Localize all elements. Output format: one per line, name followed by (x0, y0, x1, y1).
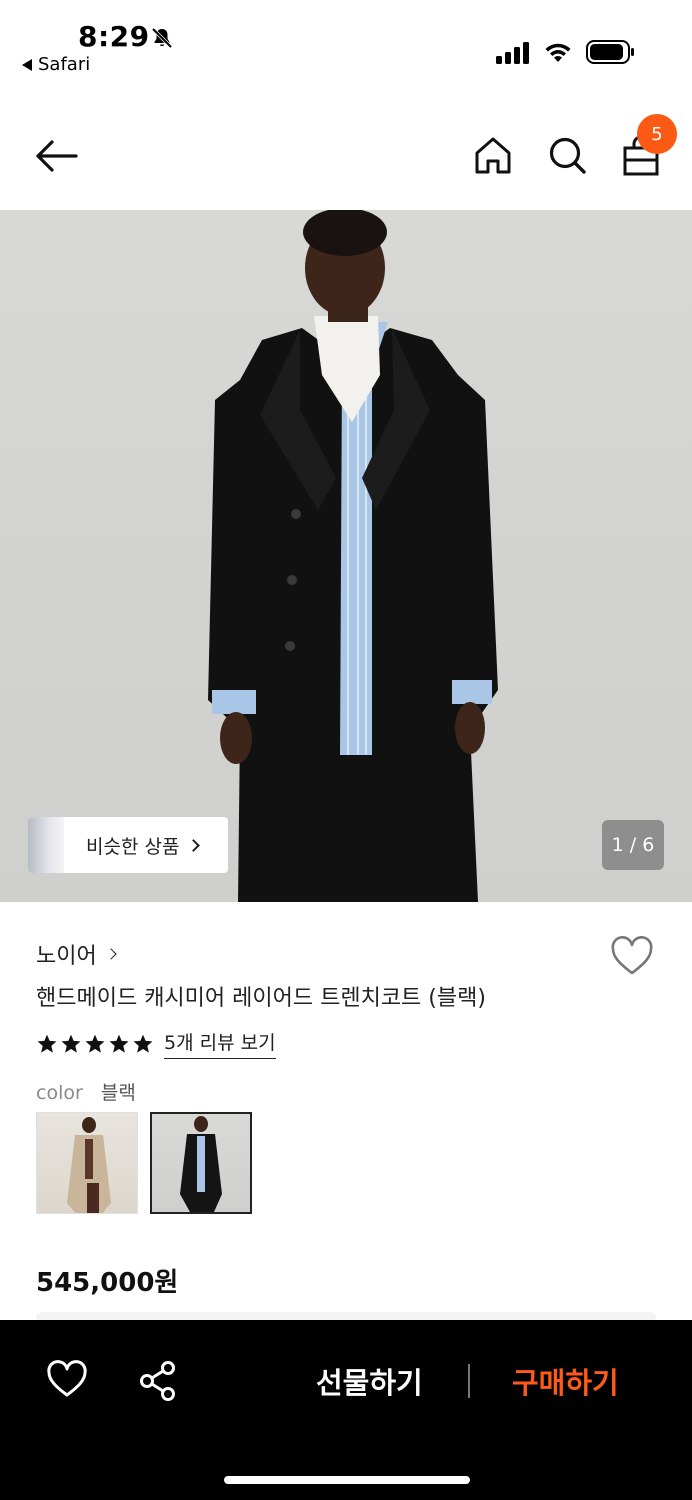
action-divider (468, 1364, 470, 1398)
color-value: 블랙 (100, 1082, 136, 1104)
like-heart-icon[interactable] (46, 1360, 88, 1400)
product-price: 545,000원 (36, 1268, 179, 1298)
brand-name: 노이어 (36, 944, 97, 969)
product-photo (208, 210, 498, 902)
swatch-beige-photo (67, 1117, 111, 1213)
chevron-right-icon (105, 948, 117, 960)
home-indicator[interactable] (224, 1476, 470, 1484)
swatch-black-photo (180, 1116, 222, 1212)
star-icon (133, 1034, 153, 1053)
color-swatch-beige[interactable] (36, 1112, 138, 1214)
wishlist-heart-icon[interactable] (610, 936, 654, 978)
chevron-right-icon (187, 838, 201, 852)
star-icon (61, 1034, 81, 1053)
back-to-safari[interactable]: Safari (22, 54, 90, 75)
wifi-icon (545, 43, 571, 62)
status-time: 8:29 (78, 20, 150, 53)
buy-button[interactable]: 구매하기 (512, 1360, 619, 1402)
image-counter: 1 / 6 (602, 820, 664, 870)
similar-products-thumbnail (28, 817, 64, 873)
brand-link[interactable]: 노이어 (36, 938, 117, 970)
header: 5 (0, 100, 692, 210)
star-icon (37, 1034, 57, 1053)
product-image-gallery[interactable]: 비슷한 상품 1 / 6 (0, 210, 692, 902)
home-icon[interactable] (472, 134, 514, 178)
color-key: color (36, 1082, 83, 1104)
battery-icon (586, 40, 634, 64)
rating-row: 5개 리뷰 보기 (36, 1028, 276, 1059)
back-triangle-icon (22, 58, 32, 71)
star-icon (109, 1034, 129, 1053)
cart-count-badge: 5 (637, 114, 677, 154)
status-bar: 8:29 Safari (0, 0, 692, 90)
color-swatches (36, 1112, 252, 1214)
star-rating (36, 1033, 154, 1055)
product-title: 핸드메이드 캐시미어 레이어드 트렌치코트 (블랙) (36, 986, 486, 1011)
back-arrow-icon[interactable] (34, 136, 78, 176)
similar-products-label: 비슷한 상품 (86, 835, 180, 858)
color-swatch-black[interactable] (150, 1112, 252, 1214)
cellular-signal-icon (496, 42, 529, 64)
gift-button[interactable]: 선물하기 (316, 1360, 423, 1402)
bell-muted-icon (151, 27, 173, 49)
review-link[interactable]: 5개 리뷰 보기 (164, 1028, 276, 1059)
back-to-safari-label: Safari (38, 54, 91, 75)
share-icon[interactable] (138, 1360, 178, 1402)
color-option-label: color 블랙 (36, 1078, 136, 1105)
bottom-action-bar: 선물하기 구매하기 (0, 1320, 692, 1500)
similar-products-button[interactable]: 비슷한 상품 (28, 817, 228, 873)
star-icon (85, 1034, 105, 1053)
search-icon[interactable] (546, 134, 588, 178)
